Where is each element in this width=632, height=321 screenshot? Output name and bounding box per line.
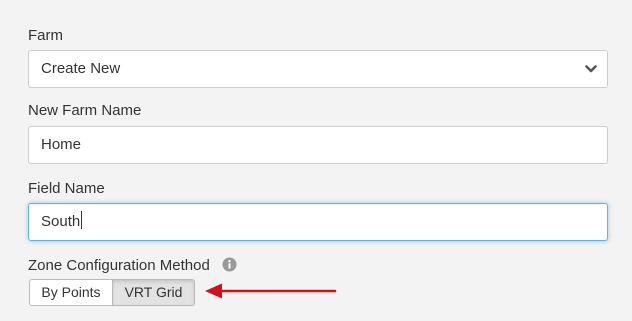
chevron-down-icon [585, 65, 597, 73]
new-farm-name-input[interactable]: Home [28, 126, 608, 164]
field-name-label: Field Name [28, 180, 105, 197]
by-points-button[interactable]: By Points [29, 279, 113, 306]
zone-method-label: Zone Configuration Method [28, 257, 210, 274]
zone-method-toggle: By Points VRT Grid [29, 279, 195, 306]
red-arrow-icon [205, 283, 337, 299]
farm-select-value: Create New [41, 60, 121, 77]
text-caret [81, 211, 83, 229]
field-name-value: South [41, 213, 81, 230]
farm-select[interactable]: Create New [28, 50, 608, 88]
field-name-value-wrap: South [41, 204, 83, 240]
info-icon[interactable] [222, 257, 237, 272]
new-farm-name-label: New Farm Name [28, 102, 142, 119]
farm-label: Farm [28, 27, 63, 44]
vrt-grid-button[interactable]: VRT Grid [113, 279, 195, 306]
new-farm-name-value: Home [41, 136, 82, 153]
field-name-input[interactable]: South [28, 203, 608, 241]
